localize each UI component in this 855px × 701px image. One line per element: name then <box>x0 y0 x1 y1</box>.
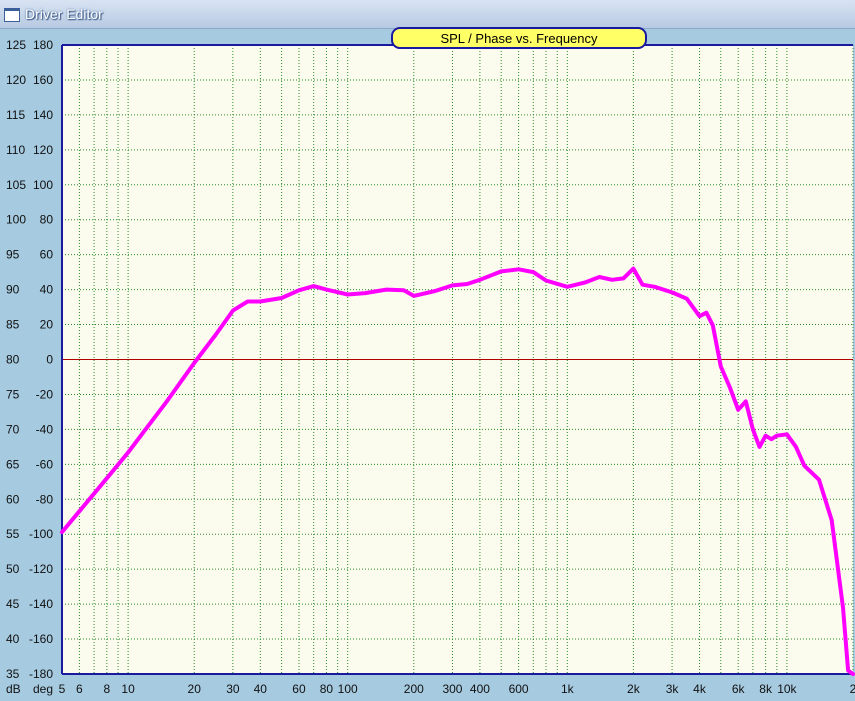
frequency-tick-label: 40 <box>254 682 268 696</box>
frequency-tick-label: 2 <box>850 682 855 696</box>
spl-tick-label: 55 <box>6 527 20 541</box>
spl-tick-label: 85 <box>6 318 20 332</box>
frequency-tick-label: 200 <box>404 682 424 696</box>
spl-tick-label: 65 <box>6 457 20 471</box>
phase-tick-label: -80 <box>36 492 54 506</box>
spl-unit-label: dB <box>6 682 21 696</box>
phase-tick-label: 80 <box>40 213 54 227</box>
spl-tick-label: 120 <box>6 73 26 87</box>
frequency-tick-label: 4k <box>693 682 707 696</box>
frequency-axis-labels: 5 6 8 10 20 30 40 60 80 100 200 300 400 600 1k 2k 3k 4k 6k… <box>59 682 855 696</box>
spl-tick-label: 60 <box>6 492 20 506</box>
frequency-tick-label: 2k <box>627 682 641 696</box>
phase-tick-label: -120 <box>29 562 53 576</box>
frequency-tick-label: 400 <box>470 682 490 696</box>
phase-unit-label: deg <box>33 682 53 696</box>
frequency-tick-label: 1k <box>561 682 575 696</box>
frequency-tick-label: 600 <box>509 682 529 696</box>
frequency-tick-label: 300 <box>442 682 462 696</box>
frequency-tick-label: 60 <box>292 682 306 696</box>
frequency-tick-label: 8k <box>759 682 773 696</box>
frequency-tick-label: 10 <box>121 682 135 696</box>
frequency-tick-label: 6k <box>732 682 746 696</box>
phase-tick-label: -60 <box>36 457 54 471</box>
spl-tick-label: 100 <box>6 213 26 227</box>
spl-tick-label: 35 <box>6 667 20 681</box>
phase-tick-label: 20 <box>40 318 54 332</box>
phase-tick-label: 60 <box>40 248 54 262</box>
phase-tick-label: 140 <box>33 108 53 122</box>
spl-tick-label: 50 <box>6 562 20 576</box>
spl-tick-label: 45 <box>6 597 20 611</box>
frequency-tick-label: 100 <box>338 682 358 696</box>
spl-tick-label: 80 <box>6 353 20 367</box>
phase-tick-label: -180 <box>29 667 53 681</box>
frequency-tick-label: 10k <box>777 682 797 696</box>
phase-tick-label: -160 <box>29 632 53 646</box>
spl-tick-label: 110 <box>6 143 25 157</box>
spl-tick-label: 115 <box>6 108 25 122</box>
phase-tick-label: 120 <box>33 143 53 157</box>
phase-tick-label: -140 <box>29 597 53 611</box>
spl-tick-label: 125 <box>6 38 26 52</box>
phase-tick-label: 180 <box>33 38 53 52</box>
spl-tick-label: 75 <box>6 387 20 401</box>
frequency-tick-label: 6 <box>76 682 83 696</box>
chart-title: SPL / Phase vs. Frequency <box>440 31 598 46</box>
phase-tick-label: -100 <box>29 527 53 541</box>
spl-tick-label: 90 <box>6 283 20 297</box>
frequency-tick-label: 8 <box>103 682 110 696</box>
spl-phase-chart: 1251201151101051009590858075706560555045… <box>6 27 855 696</box>
spl-tick-label: 105 <box>6 178 26 192</box>
frequency-tick-label: 20 <box>188 682 202 696</box>
phase-tick-label: 40 <box>40 283 54 297</box>
frequency-tick-label: 80 <box>320 682 334 696</box>
spl-tick-label: 95 <box>6 248 20 262</box>
phase-axis-labels: 180 160 140 120 100 80 60 40 20 0 -20 -40 -60 -80 -100… <box>29 38 53 681</box>
phase-tick-label: 100 <box>33 178 53 192</box>
spl-axis-labels: 125 120 115 110 105 100 95 90 85 80 75 70 65 60 55 50 45… <box>6 38 26 681</box>
phase-tick-label: -40 <box>36 422 54 436</box>
phase-tick-label: 0 <box>46 353 53 367</box>
frequency-tick-label: 5 <box>59 682 66 696</box>
frequency-tick-label: 30 <box>226 682 240 696</box>
frequency-tick-label: 3k <box>666 682 680 696</box>
spl-tick-label: 40 <box>6 632 20 646</box>
phase-tick-label: -20 <box>36 387 54 401</box>
spl-tick-label: 70 <box>6 422 20 436</box>
phase-tick-label: 160 <box>33 73 53 87</box>
chart-title-badge: SPL / Phase vs. Frequency <box>391 27 647 49</box>
